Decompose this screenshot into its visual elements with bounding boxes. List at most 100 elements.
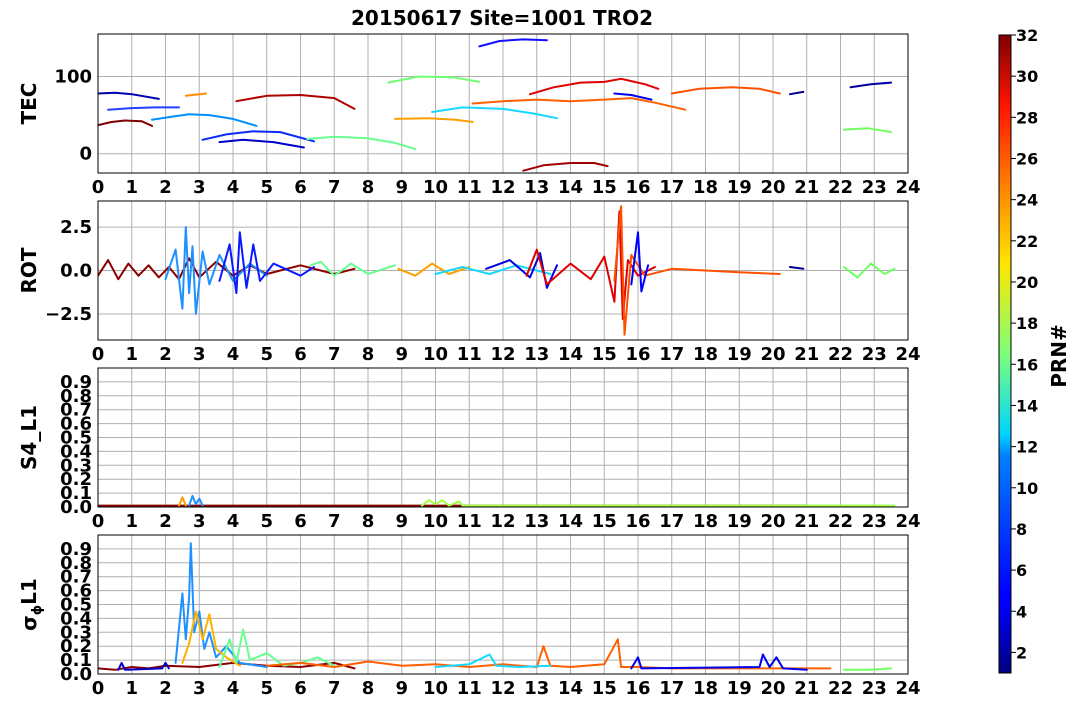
- colorbar-tick-label: 4: [1016, 602, 1027, 621]
- panel-tec: 0 1 2 3 4 5 6 7 8 9 10 11 12 13 14 15 16 17 18 19 20 21 22 23 24…: [17, 33, 921, 198]
- x-tick-label: 0: [92, 511, 105, 532]
- colorbar-tick-label: 24: [1016, 191, 1038, 210]
- series-line-tec-13: [471, 97, 687, 111]
- panel-s4: 0 1 2 3 4 5 6 7 8 9 10 11 12 13 14 15 16 17 18 19 20 21 22 23 24…: [17, 367, 921, 532]
- x-tick-label: 18: [693, 511, 718, 532]
- x-tick-label: 12: [490, 177, 515, 198]
- x-tick-label: 20: [760, 678, 785, 699]
- x-tick-label: 9: [395, 344, 408, 365]
- x-tick-label: 24: [895, 344, 920, 365]
- x-tick-label: 1: [125, 177, 138, 198]
- x-tick-label: 21: [794, 511, 819, 532]
- series-line-sigma-5: [265, 638, 832, 670]
- x-tick-label: 3: [193, 511, 206, 532]
- series-group: [98, 542, 893, 671]
- x-tick-label: 1: [125, 511, 138, 532]
- x-tick-label: 15: [592, 177, 617, 198]
- series-line-sigma-2: [174, 542, 268, 668]
- colorbar-tick-label: 22: [1016, 232, 1038, 251]
- series-line-tec-2: [107, 106, 180, 111]
- x-tick-label: 9: [395, 511, 408, 532]
- x-tick-label: 19: [727, 344, 752, 365]
- y-axis-label: σϕL1: [17, 578, 45, 631]
- x-tick-label: 19: [727, 678, 752, 699]
- x-tick-label: 12: [490, 344, 515, 365]
- colorbar-tick-label: 28: [1016, 108, 1038, 127]
- x-tick-label: 15: [592, 344, 617, 365]
- x-tick-label: 4: [227, 177, 240, 198]
- colorbar-tick-label: 2: [1016, 643, 1027, 662]
- series-line-tec-19: [849, 81, 893, 89]
- x-tick-label: 17: [659, 344, 684, 365]
- x-tick-label: 11: [457, 177, 482, 198]
- x-tick-label: 24: [895, 678, 920, 699]
- x-tick-label: 24: [895, 177, 920, 198]
- x-tick-label: 6: [294, 678, 307, 699]
- x-tick-label: 17: [659, 511, 684, 532]
- x-tick-label: 16: [625, 177, 650, 198]
- x-tick-label: 6: [294, 344, 307, 365]
- x-tick-label: 15: [592, 511, 617, 532]
- panel-sigma: 0 1 2 3 4 5 6 7 8 9 10 11 12 13 14 15 16 17 18 19 20 21 22 23 24…: [17, 534, 921, 699]
- x-tick-label: 18: [693, 678, 718, 699]
- y-tick-label: 2.5: [60, 217, 92, 238]
- x-tick-label: 18: [693, 344, 718, 365]
- x-tick-label: 5: [260, 511, 273, 532]
- x-tick-label: 18: [693, 177, 718, 198]
- y-axis-label: ROT: [17, 247, 41, 293]
- x-tick-label: 7: [328, 678, 341, 699]
- x-tick-label: 0: [92, 177, 105, 198]
- x-tick-label: 23: [862, 177, 887, 198]
- grid: [97, 34, 909, 173]
- x-tick-label: 23: [862, 511, 887, 532]
- series-line-rot-9: [630, 231, 650, 293]
- series-line-tec-15: [522, 162, 609, 172]
- x-tick-label: 23: [862, 344, 887, 365]
- x-tick-label: 20: [760, 177, 785, 198]
- series-line-tec-17: [670, 86, 781, 95]
- chart-figure: 20150617 Site=1001 TRO2 0 1 2 3 4 5 6 7 8 9 10 11 12…: [17, 6, 1071, 699]
- series-line-tec-3: [151, 113, 258, 127]
- x-tick-label: 8: [362, 678, 375, 699]
- x-tick-label: 21: [794, 678, 819, 699]
- x-tick-label: 10: [423, 511, 448, 532]
- x-tick-label: 8: [362, 344, 375, 365]
- x-tick-label: 20: [760, 344, 785, 365]
- series-line-tec-4: [184, 92, 207, 97]
- series-line-tec-7: [235, 94, 356, 110]
- x-tick-label: 24: [895, 511, 920, 532]
- colorbar-label: PRN#: [1047, 324, 1071, 388]
- series-line-tec-5: [201, 130, 315, 143]
- x-tick-label: 6: [294, 177, 307, 198]
- colorbar-tick-label: 14: [1016, 396, 1038, 415]
- y-tick-label: −2.5: [45, 304, 92, 325]
- x-tick-label: 9: [395, 678, 408, 699]
- colorbar-tick-label: 16: [1016, 355, 1038, 374]
- x-tick-label: 3: [193, 344, 206, 365]
- x-tick-label: 16: [625, 344, 650, 365]
- x-tick-label: 14: [558, 344, 583, 365]
- y-axis-label: TEC: [17, 83, 41, 125]
- chart-title: 20150617 Site=1001 TRO2: [351, 6, 653, 30]
- series-line-tec-20: [842, 127, 893, 134]
- x-tick-label: 23: [862, 678, 887, 699]
- x-tick-label: 16: [625, 678, 650, 699]
- series-line-s4-3: [421, 499, 896, 507]
- x-tick-label: 11: [457, 511, 482, 532]
- series-line-tec-6: [218, 138, 305, 149]
- series-line-s4-1: [178, 496, 187, 507]
- x-tick-label: 15: [592, 678, 617, 699]
- y-tick-label: 100: [54, 66, 92, 87]
- x-tick-label: 0: [92, 678, 105, 699]
- x-tick-label: 17: [659, 177, 684, 198]
- colorbar-tick-label: 6: [1016, 561, 1027, 580]
- x-tick-label: 19: [727, 511, 752, 532]
- x-tick-label: 3: [193, 678, 206, 699]
- y-tick-label: 0.9: [60, 372, 92, 393]
- series-line-tec-14: [529, 77, 660, 96]
- colorbar-tick-label: 32: [1016, 26, 1038, 45]
- series-line-tec-18: [788, 90, 805, 96]
- x-tick-label: 10: [423, 678, 448, 699]
- x-tick-label: 5: [260, 678, 273, 699]
- y-tick-label: 0.0: [60, 261, 92, 282]
